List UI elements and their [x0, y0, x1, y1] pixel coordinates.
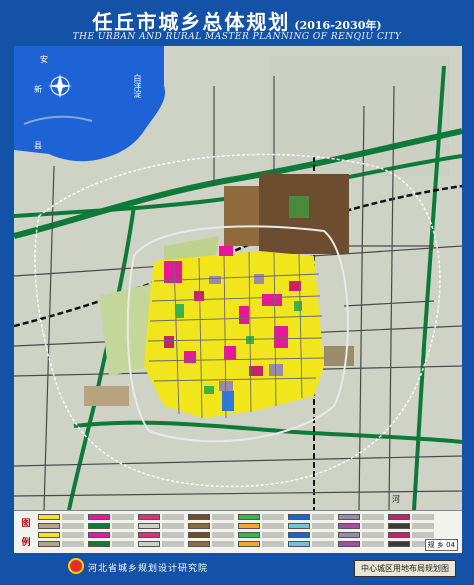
label-lake: 白洋淀 [133, 74, 142, 98]
map-canvas [14, 46, 462, 510]
legend-label-placeholder [162, 541, 184, 547]
legend-swatch [388, 523, 410, 529]
legend-label-placeholder [312, 532, 334, 538]
legend-swatch [338, 532, 360, 538]
legend-swatch [138, 514, 160, 520]
legend-swatch [88, 523, 110, 529]
label-river: 河 [392, 495, 400, 504]
legend-swatch [338, 541, 360, 547]
legend-label-placeholder [112, 523, 134, 529]
legend-label-placeholder [312, 541, 334, 547]
legend-swatch [138, 541, 160, 547]
legend-label-placeholder [62, 514, 84, 520]
label-place-b: 新 [34, 85, 42, 94]
legend-label-placeholder [162, 532, 184, 538]
legend-swatch [288, 514, 310, 520]
label-place-c: 县 [34, 141, 42, 150]
legend-label-placeholder [212, 523, 234, 529]
legend-swatch [38, 532, 60, 538]
legend-label-placeholder [362, 514, 384, 520]
legend-label-placeholder [412, 523, 434, 529]
legend-swatch [188, 541, 210, 547]
legend-label-placeholder [162, 514, 184, 520]
reservoir [222, 391, 234, 411]
legend-label-placeholder [362, 532, 384, 538]
legend-label-placeholder [262, 532, 284, 538]
legend-swatch [238, 514, 260, 520]
legend-swatch [188, 532, 210, 538]
title-years: (2016-2030年) [294, 19, 382, 32]
legend-label-placeholder [312, 523, 334, 529]
legend-label-placeholder [362, 541, 384, 547]
institute-name: 河北省城乡规划设计研究院 [88, 564, 209, 574]
legend-label-placeholder [112, 514, 134, 520]
legend-label-placeholder [262, 541, 284, 547]
legend-label-placeholder [62, 523, 84, 529]
map-frame: 任丘市城乡总体规划 (2016-2030年) THE URBAN AND RURA… [0, 0, 474, 585]
map-title: 任丘市城乡总体规划 (2016-2030年) [0, 6, 474, 35]
map-subtitle: THE URBAN AND RURAL MASTER PLANNING OF R… [72, 32, 402, 42]
legend-swatch [138, 523, 160, 529]
land-use-map: 安 新 白洋淀 县 河 [14, 46, 462, 510]
legend-label-placeholder [212, 514, 234, 520]
legend-heading-1: 图 [21, 519, 31, 529]
label-place-a: 安 [40, 55, 48, 64]
legend-swatch [238, 541, 260, 547]
legend-swatch [188, 523, 210, 529]
legend-heading-2: 例 [21, 538, 31, 548]
legend-swatch [188, 514, 210, 520]
industrial-zone-west [224, 186, 259, 246]
legend-swatch [38, 514, 60, 520]
legend-label-placeholder [62, 541, 84, 547]
map-footer: 河北省城乡规划设计研究院 中心城区用地布局规划图 [14, 555, 462, 579]
legend-swatch [338, 514, 360, 520]
map-legend: 图 例 规 乡 04 [14, 510, 462, 553]
industrial-zone-southwest [84, 386, 129, 406]
legend-swatch [288, 532, 310, 538]
legend-swatch [338, 523, 360, 529]
legend-label-placeholder [212, 532, 234, 538]
legend-swatch [38, 523, 60, 529]
legend-swatch [288, 541, 310, 547]
legend-swatches [38, 514, 442, 550]
legend-swatch [88, 532, 110, 538]
legend-swatch [288, 523, 310, 529]
legend-label-placeholder [162, 523, 184, 529]
rural-north [269, 56, 449, 176]
legend-label-placeholder [112, 541, 134, 547]
legend-swatch [38, 541, 60, 547]
legend-swatch [388, 514, 410, 520]
map-sheet-name: 中心城区用地布局规划图 [354, 560, 456, 577]
legend-label-placeholder [262, 523, 284, 529]
legend-label-placeholder [112, 532, 134, 538]
institute-logo-icon [68, 558, 84, 574]
legend-label-placeholder [362, 523, 384, 529]
legend-swatch [88, 514, 110, 520]
legend-label-placeholder [412, 532, 434, 538]
industrial-park [289, 196, 309, 218]
legend-swatch [138, 532, 160, 538]
industrial-zone-east [324, 346, 354, 366]
legend-swatch [388, 532, 410, 538]
map-code: 规 乡 04 [424, 539, 458, 551]
legend-swatch [238, 532, 260, 538]
legend-label-placeholder [312, 514, 334, 520]
legend-label-placeholder [212, 541, 234, 547]
title-text: 任丘市城乡总体规划 [92, 10, 291, 34]
legend-heading: 图 例 [16, 513, 36, 551]
legend-swatch [238, 523, 260, 529]
legend-swatch [88, 541, 110, 547]
legend-label-placeholder [62, 532, 84, 538]
legend-swatch [388, 541, 410, 547]
legend-label-placeholder [412, 514, 434, 520]
legend-label-placeholder [262, 514, 284, 520]
